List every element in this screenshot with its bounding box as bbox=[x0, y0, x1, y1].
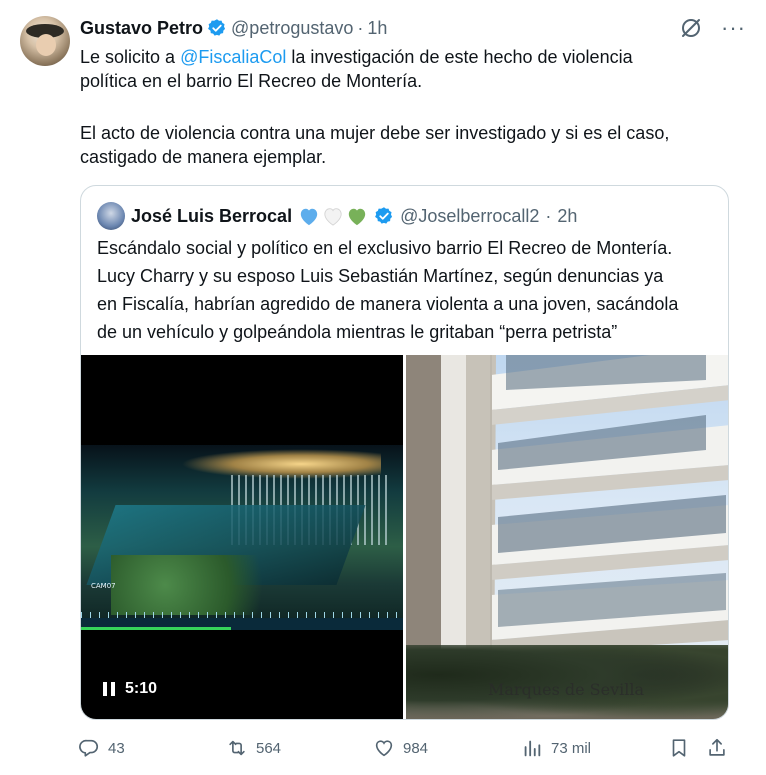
separator-dot: · bbox=[545, 205, 552, 226]
quoted-tweet-header: José Luis Berrocal @Joselberrocall2 · 2h bbox=[97, 202, 577, 230]
video-player[interactable]: CAM07 5:10 bbox=[81, 355, 403, 719]
white-heart-icon bbox=[324, 208, 342, 226]
quoted-author-name[interactable]: José Luis Berrocal bbox=[131, 206, 292, 227]
view-count: 73 mil bbox=[551, 739, 592, 757]
video-controls: 5:10 bbox=[103, 680, 157, 698]
grok-icon[interactable] bbox=[679, 16, 703, 40]
pause-icon[interactable] bbox=[103, 682, 115, 696]
camera-timeline bbox=[81, 618, 403, 630]
building-sign-text: Marques de Sevilla bbox=[488, 680, 645, 699]
repost-icon bbox=[229, 740, 245, 756]
tweet-text-line2: política en el barrio El Recreo de Monte… bbox=[80, 71, 423, 91]
share-icon bbox=[709, 738, 725, 756]
quoted-author-handle[interactable]: @Joselberrocall2 bbox=[400, 206, 539, 227]
tweet-time[interactable]: 1h bbox=[367, 18, 387, 39]
avatar-face-graphic bbox=[36, 34, 56, 56]
tweet-text-line1: Le solicito a @FiscaliaCol la investigac… bbox=[80, 45, 740, 69]
bookmark-icon bbox=[672, 739, 686, 757]
quoted-author-avatar[interactable] bbox=[97, 202, 125, 230]
name-emoji-hearts bbox=[298, 206, 368, 226]
separator-dot: · bbox=[357, 17, 364, 38]
quoted-text-line: Escándalo social y político en el exclus… bbox=[97, 238, 673, 258]
quoted-text-line: Lucy Charry y su esposo Luis Sebastián M… bbox=[97, 266, 664, 286]
quoted-tweet-text: Escándalo social y político en el exclus… bbox=[97, 234, 717, 346]
blue-heart-icon bbox=[300, 208, 318, 226]
views-icon bbox=[524, 740, 541, 757]
tweet-text-line3: El acto de violencia contra una mujer de… bbox=[80, 123, 670, 143]
camera-timeline-progress bbox=[81, 627, 231, 630]
reply-count: 43 bbox=[108, 739, 125, 757]
tweet-text-segment: Le solicito a bbox=[80, 47, 181, 67]
quoted-text-line: en Fiscalía, habrían agredido de manera … bbox=[97, 294, 679, 314]
author-name[interactable]: Gustavo Petro bbox=[80, 18, 203, 39]
tweet-header: Gustavo Petro @petrogustavo · 1h bbox=[80, 16, 387, 40]
camera-label: CAM07 bbox=[91, 582, 116, 590]
bookmark-button[interactable] bbox=[668, 737, 690, 759]
more-options-icon[interactable]: ··· bbox=[721, 17, 746, 39]
quoted-tweet[interactable]: José Luis Berrocal @Joselberrocall2 · 2h… bbox=[80, 185, 729, 720]
tweet-text-segment: la investigación de este hecho de violen… bbox=[286, 47, 633, 67]
repost-count: 564 bbox=[256, 739, 282, 757]
quoted-text-line: de un vehículo y golpeándola mientras le… bbox=[97, 322, 618, 342]
mention-link[interactable]: @FiscaliaCol bbox=[180, 47, 286, 67]
tweet-actions-bar: 43 564 984 73 mil bbox=[78, 734, 738, 762]
tweet[interactable]: Gustavo Petro @petrogustavo · 1h ··· Le … bbox=[0, 0, 766, 775]
reply-icon bbox=[79, 739, 99, 757]
repost-button[interactable]: 564 bbox=[226, 737, 281, 759]
tweet-text-line4: castigado de manera ejemplar. bbox=[80, 147, 327, 167]
heart-icon bbox=[375, 740, 393, 757]
author-avatar[interactable] bbox=[20, 16, 70, 66]
reply-button[interactable]: 43 bbox=[78, 737, 125, 759]
verified-badge-icon bbox=[375, 207, 393, 224]
green-heart-icon bbox=[348, 208, 366, 226]
like-button[interactable]: 984 bbox=[373, 737, 428, 759]
views-button[interactable]: 73 mil bbox=[521, 737, 591, 759]
video-duration: 5:10 bbox=[125, 680, 158, 697]
quoted-tweet-time[interactable]: 2h bbox=[557, 206, 577, 227]
plants-graphic bbox=[111, 555, 291, 615]
building-photo[interactable]: Marques de Sevilla bbox=[406, 355, 728, 719]
like-count: 984 bbox=[403, 739, 429, 757]
share-button[interactable] bbox=[706, 737, 728, 759]
tweet-top-actions: ··· bbox=[679, 16, 746, 40]
author-handle[interactable]: @petrogustavo bbox=[231, 18, 353, 39]
verified-badge-icon bbox=[208, 19, 226, 36]
security-camera-frame: CAM07 bbox=[81, 445, 403, 630]
